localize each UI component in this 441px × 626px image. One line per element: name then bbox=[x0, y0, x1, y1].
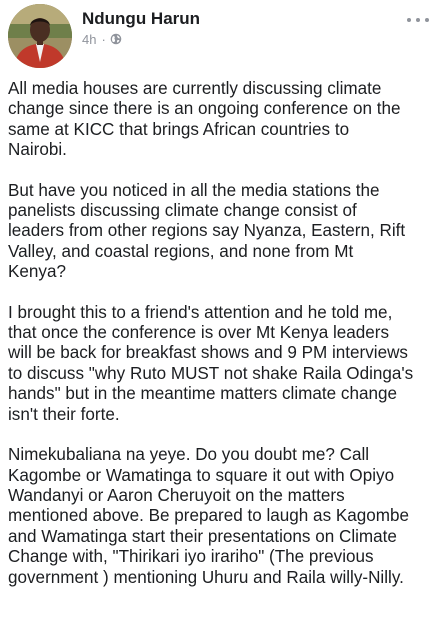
post-paragraph-3: I brought this to a friend's attention a… bbox=[8, 303, 438, 425]
more-options-button[interactable] bbox=[407, 14, 429, 26]
avatar[interactable] bbox=[8, 4, 72, 68]
text-line: panelists discussing climate change cons… bbox=[8, 201, 357, 221]
post-meta: 4h · bbox=[82, 31, 122, 47]
post-header: Ndungu Harun 4h · bbox=[0, 0, 441, 68]
text-line: I brought this to a friend's attention a… bbox=[8, 302, 393, 322]
text-line: to discuss "why Ruto MUST not shake Rail… bbox=[8, 363, 414, 383]
text-line: that once the conference is over Mt Keny… bbox=[8, 323, 390, 343]
text-line: leaders from other regions say Nyanza, E… bbox=[8, 221, 406, 241]
text-line: government ) mentioning Uhuru and Raila … bbox=[8, 567, 404, 587]
more-options-icon bbox=[407, 18, 411, 22]
text-line: Nimekubaliana na yeye. Do you doubt me? … bbox=[8, 445, 370, 465]
text-line: Change with, "Thirikari iyo irariho" (Th… bbox=[8, 547, 374, 567]
post-timestamp[interactable]: 4h bbox=[82, 32, 96, 47]
text-line: Wandanyi or Aaron Cheruyoit on the matte… bbox=[8, 485, 345, 505]
text-line: But have you noticed in all the media st… bbox=[8, 180, 380, 200]
text-line: Kagombe or Wamatinga to square it out wi… bbox=[8, 465, 395, 485]
text-line: hands" but in the meantime matters clima… bbox=[8, 384, 397, 404]
avatar-photo bbox=[8, 4, 72, 68]
post-paragraph-1: All media houses are currently discussin… bbox=[8, 79, 438, 161]
text-line: Nairobi. bbox=[8, 140, 67, 160]
text-line: and Wamatinga start their presentations … bbox=[8, 526, 397, 546]
post-paragraph-2: But have you noticed in all the media st… bbox=[8, 181, 438, 283]
author-name[interactable]: Ndungu Harun bbox=[82, 9, 200, 29]
post-body: All media houses are currently discussin… bbox=[8, 79, 438, 608]
text-line: Kenya? bbox=[8, 262, 66, 282]
text-line: change since there is an ongoing confere… bbox=[8, 99, 401, 119]
text-line: will be back for breakfast shows and 9 P… bbox=[8, 343, 408, 363]
text-line: Valley, and coastal regions, and none fr… bbox=[8, 241, 354, 261]
text-line: mentioned above. Be prepared to laugh as… bbox=[8, 506, 410, 526]
text-line: same at KICC that brings African countri… bbox=[8, 119, 350, 139]
text-line: All media houses are currently discussin… bbox=[8, 79, 382, 98]
post-paragraph-4: Nimekubaliana na yeye. Do you doubt me? … bbox=[8, 445, 438, 588]
meta-separator: · bbox=[101, 31, 106, 47]
globe-icon bbox=[110, 33, 122, 45]
text-line: isn't their forte. bbox=[8, 404, 120, 424]
